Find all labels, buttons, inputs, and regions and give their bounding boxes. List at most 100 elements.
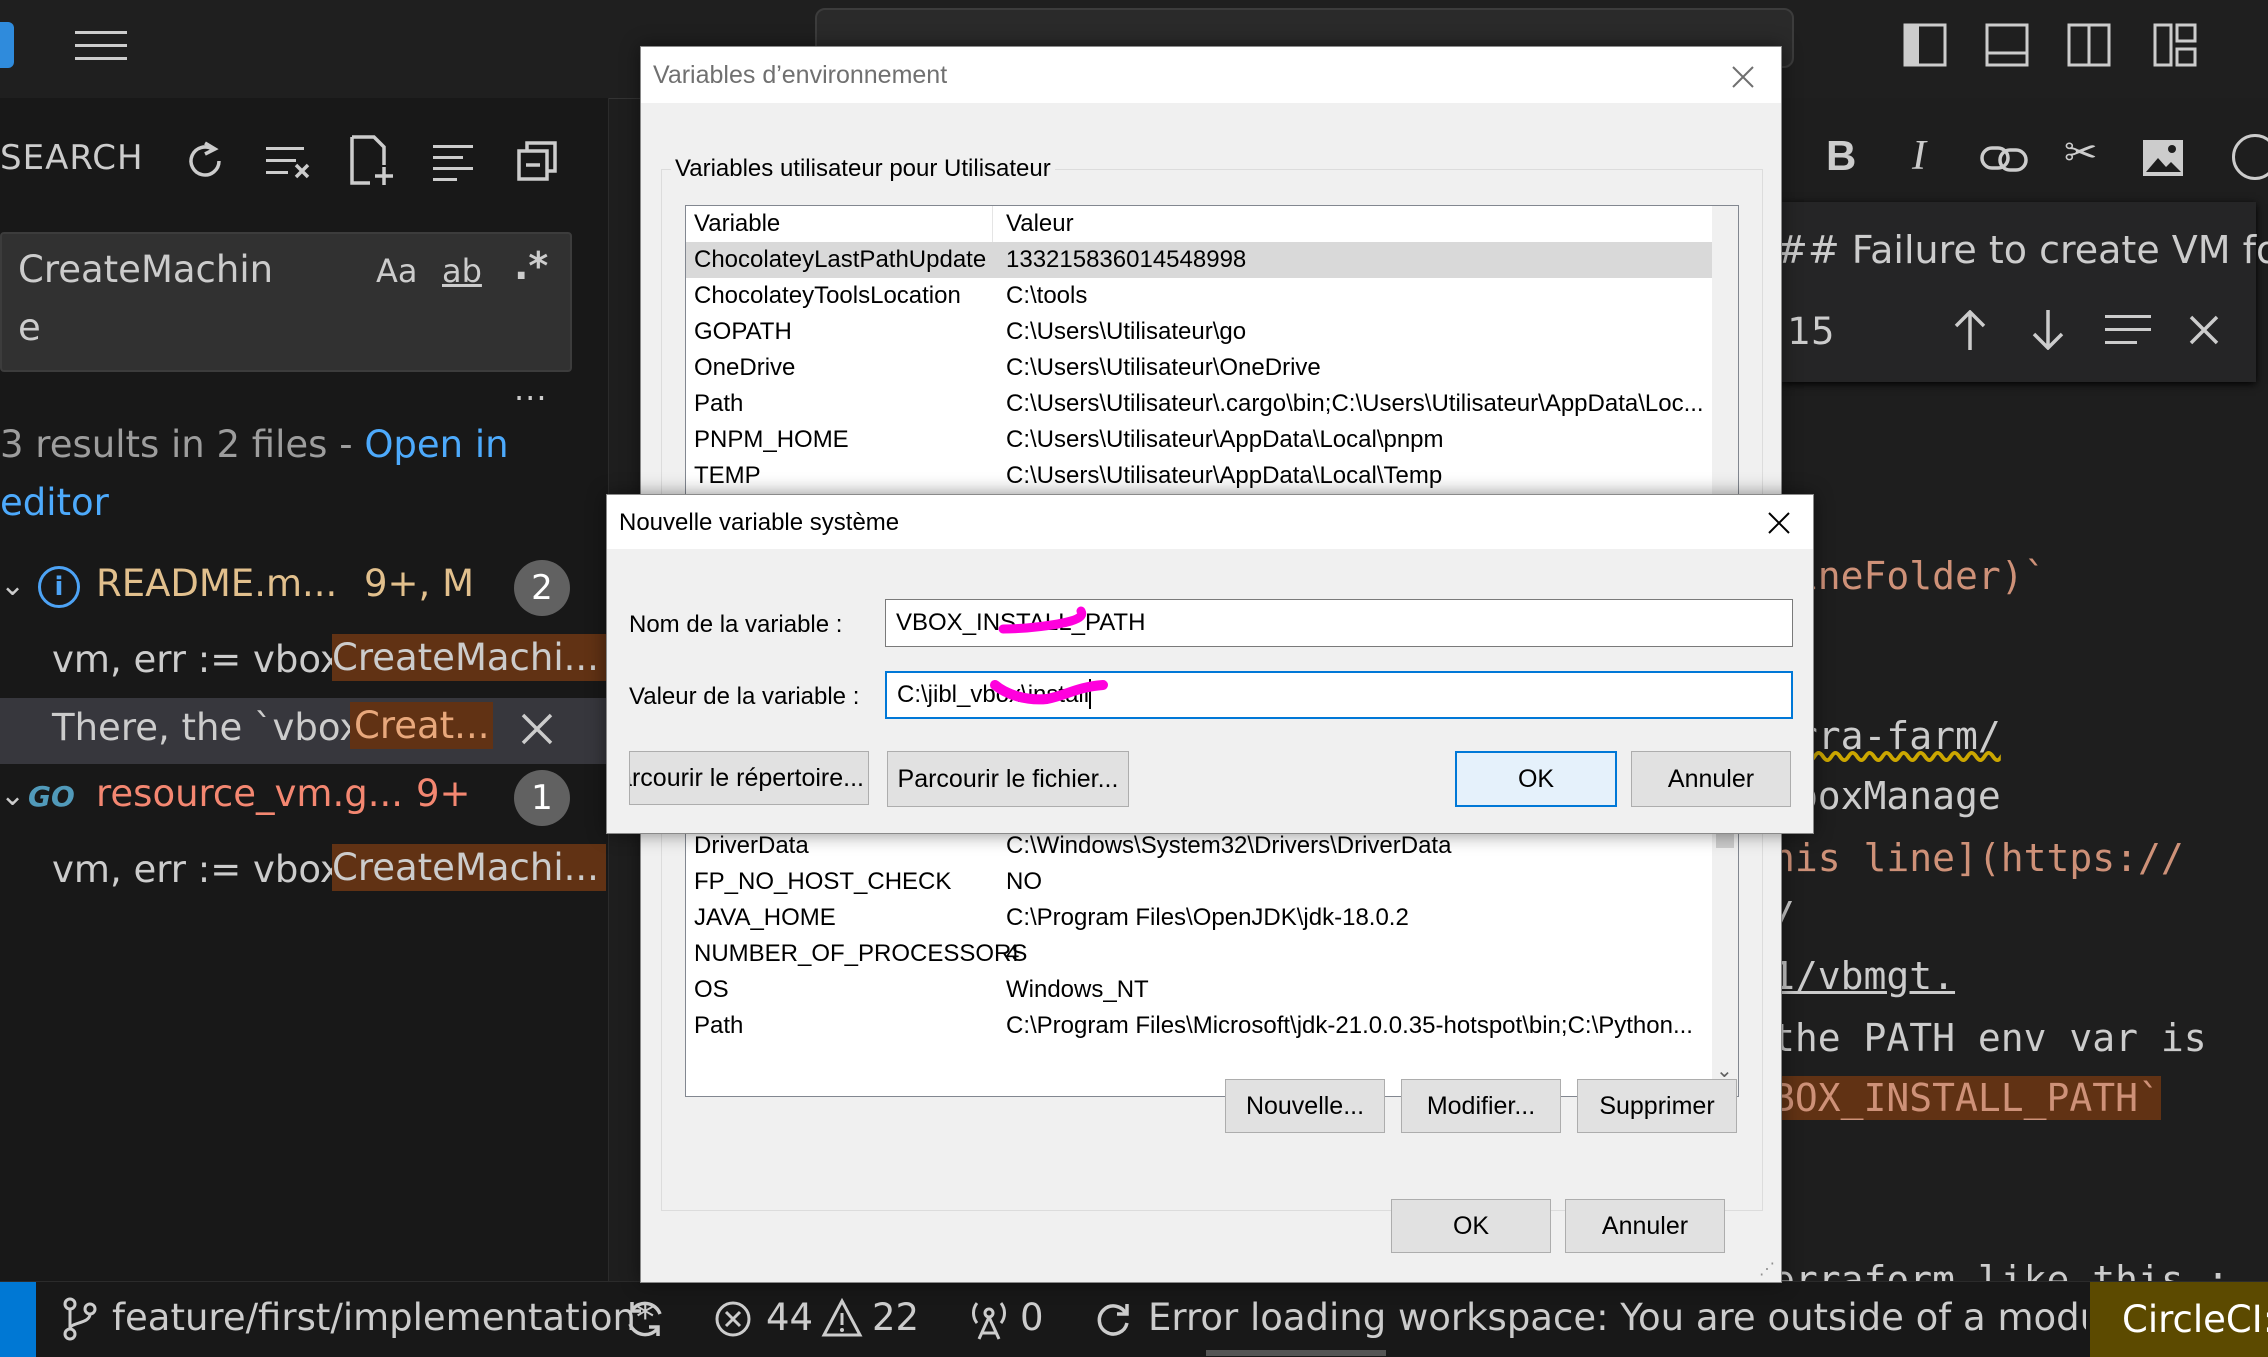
match-word-toggle[interactable]: ab bbox=[442, 252, 482, 290]
resize-grip-icon[interactable]: ⋰ bbox=[1759, 1259, 1775, 1279]
view-as-tree-icon[interactable] bbox=[428, 136, 478, 186]
result-file-name: README.m... bbox=[96, 562, 338, 605]
open-in-editor-link-2[interactable]: editor bbox=[0, 481, 109, 524]
var-value: C:\Windows\System32\Drivers\DriverData bbox=[1006, 832, 1452, 859]
column-divider bbox=[992, 206, 993, 242]
dialog-title: Variables d’environnement bbox=[653, 61, 948, 89]
system-variables-list[interactable]: DriverData C:\Windows\System32\Drivers\Dr… bbox=[685, 827, 1739, 1097]
ports-count[interactable]: 0 bbox=[1020, 1296, 1044, 1339]
branch-name[interactable]: feature/first/implementation* bbox=[112, 1296, 654, 1339]
list-item[interactable]: TEMP C:\Users\Utilisateur\AppData\Local\T… bbox=[686, 458, 1712, 494]
dismiss-result-icon[interactable] bbox=[516, 708, 558, 750]
match-hit: Creat... bbox=[350, 702, 494, 749]
more-actions-icon[interactable] bbox=[2232, 134, 2268, 180]
results-summary: 3 results in 2 files - Open in editor bbox=[0, 416, 600, 532]
image-icon[interactable] bbox=[2140, 136, 2186, 180]
clear-results-icon[interactable] bbox=[262, 136, 314, 186]
column-header-value[interactable]: Valeur bbox=[1006, 210, 1074, 238]
list-item[interactable]: FP_NO_HOST_CHECK NO bbox=[686, 864, 1712, 900]
toggle-secondary-sidebar-icon[interactable] bbox=[2064, 20, 2114, 70]
browse-directory-button[interactable]: Parcourir le répertoire... bbox=[629, 751, 869, 805]
search-input-wrap: e bbox=[18, 306, 41, 349]
list-item[interactable]: Path C:\Program Files\Microsoft\jdk-21.0.… bbox=[686, 1008, 1712, 1044]
open-in-editor-link[interactable]: Open in bbox=[364, 423, 508, 466]
var-value: 4 bbox=[1006, 940, 1020, 967]
status-message[interactable]: Error loading workspace: You are outside… bbox=[1148, 1296, 2086, 1339]
match-count-badge: 2 bbox=[514, 560, 570, 616]
list-item[interactable]: ChocolateyToolsLocation C:\tools bbox=[686, 278, 1712, 314]
edit-button[interactable]: Modifier... bbox=[1401, 1079, 1561, 1133]
find-input-text[interactable]: ## Failure to create VM for bbox=[1776, 228, 2268, 272]
next-match-icon[interactable] bbox=[2028, 308, 2068, 352]
result-match-row-selected[interactable]: There, the `vbox. Creat... bbox=[0, 698, 608, 764]
scrollbar[interactable] bbox=[1712, 206, 1738, 506]
result-match-row[interactable]: vm, err := vbox. CreateMachi... bbox=[0, 630, 608, 696]
match-count-badge: 1 bbox=[514, 770, 570, 826]
cancel-button[interactable]: Annuler bbox=[1565, 1199, 1725, 1253]
list-item[interactable]: Path C:\Users\Utilisateur\.cargo\bin;C:\U… bbox=[686, 386, 1712, 422]
toggle-panel-icon[interactable] bbox=[1982, 20, 2032, 70]
var-value: C:\tools bbox=[1006, 282, 1088, 309]
find-in-selection-icon[interactable] bbox=[2104, 310, 2152, 350]
list-item[interactable]: NUMBER_OF_PROCESSORS 4 bbox=[686, 936, 1712, 972]
errors-icon[interactable] bbox=[712, 1298, 754, 1340]
toggle-primary-sidebar-icon[interactable] bbox=[1900, 20, 1950, 70]
user-variables-list[interactable]: Variable Valeur ChocolateyLastPathUpdate… bbox=[685, 205, 1739, 507]
source-control-branch-icon[interactable] bbox=[60, 1296, 100, 1342]
list-item[interactable]: GOPATH C:\Users\Utilisateur\go bbox=[686, 314, 1712, 350]
match-prefix: There, the `vbox. bbox=[52, 706, 374, 749]
error-count[interactable]: 44 bbox=[766, 1296, 813, 1339]
match-case-toggle[interactable]: Aa bbox=[376, 252, 418, 290]
column-header-variable[interactable]: Variable bbox=[694, 210, 780, 238]
result-file-row[interactable]: ⌄ GO resource_vm.g... 9+ 1 bbox=[0, 770, 608, 834]
match-hit: CreateMachi... bbox=[332, 844, 606, 891]
customize-layout-icon[interactable] bbox=[2150, 20, 2200, 70]
new-button[interactable]: Nouvelle... bbox=[1225, 1079, 1385, 1133]
toggle-details-button[interactable]: ... bbox=[514, 370, 548, 408]
scrollbar[interactable]: ⌄ bbox=[1712, 828, 1738, 1096]
list-item[interactable]: PNPM_HOME C:\Users\Utilisateur\AppData\Lo… bbox=[686, 422, 1712, 458]
list-item[interactable]: JAVA_HOME C:\Program Files\OpenJDK\jdk-18… bbox=[686, 900, 1712, 936]
italic-icon[interactable]: I bbox=[1912, 132, 1926, 180]
refresh-icon[interactable] bbox=[180, 136, 230, 186]
result-file-row[interactable]: ⌄ i README.m... 9+, M 2 bbox=[0, 560, 608, 624]
link-icon[interactable] bbox=[1978, 136, 2030, 182]
warning-count[interactable]: 22 bbox=[872, 1296, 919, 1339]
close-icon[interactable] bbox=[1721, 55, 1765, 99]
search-input[interactable]: CreateMachin bbox=[18, 248, 273, 291]
marker-annotation-icon bbox=[990, 680, 1108, 705]
collapse-all-icon[interactable] bbox=[512, 136, 562, 186]
scrollbar-thumb[interactable] bbox=[1206, 1350, 1386, 1356]
result-match-row[interactable]: vm, err := vbox. CreateMachi... bbox=[0, 840, 608, 906]
ok-button[interactable]: OK bbox=[1455, 751, 1617, 807]
bold-icon[interactable]: B bbox=[1826, 132, 1856, 180]
cut-icon[interactable]: ✂ bbox=[2064, 130, 2098, 176]
cancel-button[interactable]: Annuler bbox=[1631, 751, 1791, 807]
dialog-titlebar: Nouvelle variable système bbox=[607, 495, 1813, 549]
warnings-icon[interactable] bbox=[820, 1296, 864, 1340]
sync-icon[interactable] bbox=[622, 1296, 668, 1342]
circleci-status[interactable]: CircleCI: bbox=[2090, 1282, 2268, 1357]
ok-button[interactable]: OK bbox=[1391, 1199, 1551, 1253]
close-icon[interactable] bbox=[1757, 501, 1801, 545]
delete-button[interactable]: Supprimer bbox=[1577, 1079, 1737, 1133]
var-value: C:\Program Files\Microsoft\jdk-21.0.0.35… bbox=[1006, 1012, 1693, 1039]
chevron-down-icon[interactable]: ⌄ bbox=[0, 568, 25, 603]
var-name: DriverData bbox=[694, 832, 809, 859]
previous-match-arrow-icon[interactable] bbox=[1950, 308, 1990, 352]
ports-icon[interactable] bbox=[966, 1296, 1012, 1342]
close-find-icon[interactable] bbox=[2184, 310, 2224, 350]
list-item[interactable]: OS Windows_NT bbox=[686, 972, 1712, 1008]
search-input-box[interactable]: CreateMachin e Aa ab .* bbox=[0, 232, 572, 372]
browse-file-button[interactable]: Parcourir le fichier... bbox=[887, 751, 1129, 807]
new-search-editor-icon[interactable] bbox=[346, 132, 398, 188]
list-item[interactable]: OneDrive C:\Users\Utilisateur\OneDrive bbox=[686, 350, 1712, 386]
app-logo-icon bbox=[0, 22, 14, 68]
results-count-text: 3 results in 2 files - bbox=[0, 423, 365, 466]
var-value: NO bbox=[1006, 868, 1042, 895]
list-item-selected[interactable]: ChocolateyLastPathUpdate 1332158360145489… bbox=[686, 242, 1712, 278]
regex-toggle[interactable]: .* bbox=[514, 244, 548, 288]
chevron-down-icon[interactable]: ⌄ bbox=[0, 778, 25, 813]
remote-indicator[interactable] bbox=[0, 1282, 36, 1357]
menu-icon[interactable] bbox=[72, 22, 130, 70]
